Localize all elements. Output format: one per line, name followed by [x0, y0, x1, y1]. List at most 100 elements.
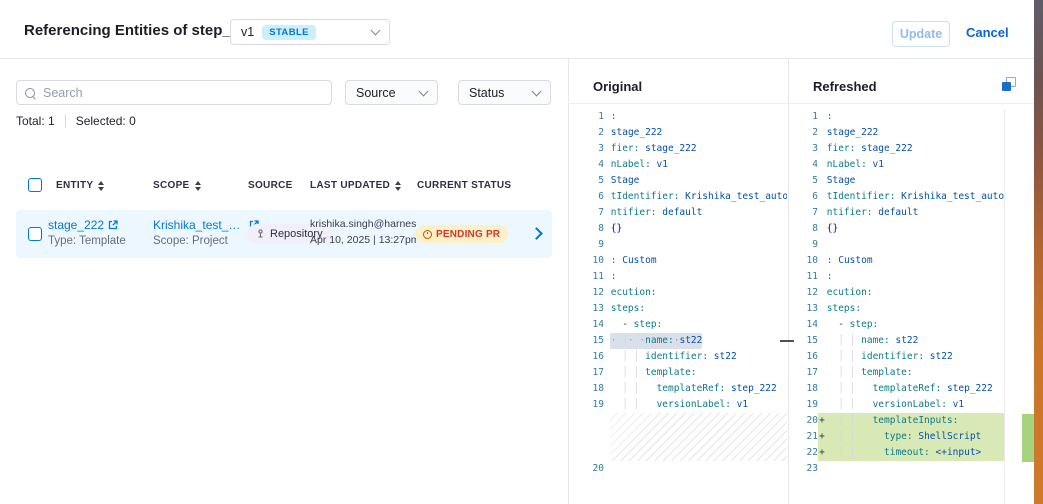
column-header-current-status: CURRENT STATUS	[417, 180, 511, 191]
original-code-line: 13 steps:	[568, 301, 787, 317]
line-number: 2	[794, 125, 818, 141]
line-number: 18	[568, 381, 604, 397]
refreshed-code-line: 9 spec:	[794, 237, 1004, 253]
refreshed-code-line: 8 tags: {}	[794, 221, 1004, 237]
code-text: tags: {}	[610, 221, 622, 237]
line-number: 15	[568, 333, 604, 349]
code-text: │ │ type: ShellScript	[826, 429, 981, 445]
original-code-line: 19 │ │ versionLabel: v1	[568, 397, 787, 413]
code-text: steps:	[610, 301, 645, 317]
modal-header: Referencing Entities of step_222 v1 STAB…	[0, 0, 1034, 59]
code-text: template:	[826, 109, 832, 125]
sort-icon[interactable]	[98, 181, 104, 191]
original-code-line: 17 │ │ template:	[568, 365, 787, 381]
code-text: execution:	[826, 285, 873, 301]
diff-mark	[818, 333, 826, 349]
line-number: 4	[568, 157, 604, 173]
line-number: 14	[794, 317, 818, 333]
copy-icon[interactable]	[1001, 77, 1017, 93]
search-icon	[25, 88, 35, 98]
clock-icon	[423, 230, 432, 239]
row-checkbox[interactable]	[28, 227, 42, 241]
original-code-line: 11 spec:	[568, 269, 787, 285]
line-number: 13	[794, 301, 818, 317]
line-number: 19	[568, 397, 604, 413]
code-text: orgIdentifier: default	[610, 205, 702, 221]
select-all-checkbox[interactable]	[28, 178, 42, 192]
diff-mark	[818, 461, 826, 477]
code-text: identifier: stage_222	[826, 141, 913, 157]
line-number: 22	[794, 445, 818, 461]
refreshed-code-pane[interactable]: 1template:2 name: stage_2223 identifier:…	[794, 109, 1004, 477]
refreshed-code-line: 7 orgIdentifier: default	[794, 205, 1004, 221]
code-text: versionLabel: v1	[826, 157, 884, 173]
updated-by: krishika.singh@harnes...	[310, 218, 416, 230]
diff-mark	[818, 141, 826, 157]
scope-cell: Krishika_test_au... Scope: Project	[153, 218, 259, 247]
original-code-line: 9 spec:	[568, 237, 787, 253]
line-number: 11	[568, 269, 604, 285]
line-number: 5	[568, 173, 604, 189]
diff-mark	[818, 109, 826, 125]
original-code-pane[interactable]: 1template:2 name: stage_2223 identifier:…	[568, 109, 787, 477]
scope-link[interactable]: Krishika_test_au...	[153, 218, 245, 232]
entity-link[interactable]: stage_222	[48, 218, 104, 232]
code-text: type: Custom	[610, 253, 657, 269]
pane-divider[interactable]	[788, 58, 789, 504]
column-header-source: SOURCE	[248, 180, 293, 191]
chevron-down-icon	[371, 26, 381, 36]
diff-mark	[818, 157, 826, 173]
diff-mark	[818, 397, 826, 413]
row-expand-chevron-icon[interactable]	[530, 227, 543, 240]
code-text: projectIdentifier: Krishika_test_autonom…	[610, 189, 787, 205]
original-code-line: 3 identifier: stage_222	[568, 141, 787, 157]
refreshed-code-line: 18 │ │ templateRef: step_222	[794, 381, 1004, 397]
diff-mark: +	[818, 413, 826, 429]
status-filter-dropdown[interactable]: Status	[458, 80, 551, 105]
original-code-line: 5 type: Stage	[568, 173, 787, 189]
sort-icon[interactable]	[395, 181, 401, 191]
refreshed-code-line: 13 steps:	[794, 301, 1004, 317]
desktop-background-strip	[1034, 0, 1043, 504]
selected-count: Selected: 0	[76, 114, 136, 128]
code-text: │ │ template:	[610, 365, 697, 381]
line-number: 21	[794, 429, 818, 445]
refreshed-code-line: 21+ │ │ type: ShellScript	[794, 429, 1004, 445]
refreshed-code-line: 16 │ │ identifier: st22	[794, 349, 1004, 365]
diff-mark	[818, 349, 826, 365]
refreshed-code-line: 11 spec:	[794, 269, 1004, 285]
line-number: 17	[568, 365, 604, 381]
code-text: versionLabel: v1	[610, 157, 668, 173]
update-button[interactable]: Update	[892, 21, 950, 47]
line-number: 12	[568, 285, 604, 301]
code-text: name: stage_222	[610, 125, 662, 141]
code-text: identifier: stage_222	[610, 141, 697, 157]
status-badge-label: PENDING PR	[436, 229, 500, 240]
refreshed-code-line: 1template:	[794, 109, 1004, 125]
refreshed-code-line: 20+ │ │ templateInputs:	[794, 413, 1004, 429]
column-header-last-updated: LAST UPDATED	[310, 180, 401, 191]
page-title: Referencing Entities of step_222	[24, 22, 256, 39]
source-filter-label: Source	[356, 86, 396, 100]
line-number: 11	[794, 269, 818, 285]
search-input[interactable]	[41, 85, 323, 101]
cancel-button[interactable]: Cancel	[966, 25, 1009, 40]
code-text: projectIdentifier: Krishika_test_autonom…	[826, 189, 1004, 205]
line-number: 10	[794, 253, 818, 269]
diff-mark	[818, 221, 826, 237]
original-code-line: 10 type: Custom	[568, 253, 787, 269]
code-text: type: Custom	[826, 253, 873, 269]
code-text: - step:	[826, 317, 878, 333]
source-filter-dropdown[interactable]: Source	[345, 80, 438, 105]
refreshed-code-line: 5 type: Stage	[794, 173, 1004, 189]
version-select[interactable]: v1 STABLE	[230, 19, 390, 45]
external-link-icon	[108, 220, 118, 230]
table-row[interactable]: stage_222 Type: Template Krishika_test_a…	[16, 210, 552, 258]
refreshed-code-line: 23	[794, 461, 1004, 477]
line-number: 9	[568, 237, 604, 253]
referencing-entities-modal: Referencing Entities of step_222 v1 STAB…	[0, 0, 1034, 504]
code-text: │ │ identifier: st22	[610, 349, 737, 365]
code-text: · │· ·name:·st22	[610, 333, 702, 349]
sort-icon[interactable]	[195, 181, 201, 191]
code-text: - step:	[610, 317, 662, 333]
